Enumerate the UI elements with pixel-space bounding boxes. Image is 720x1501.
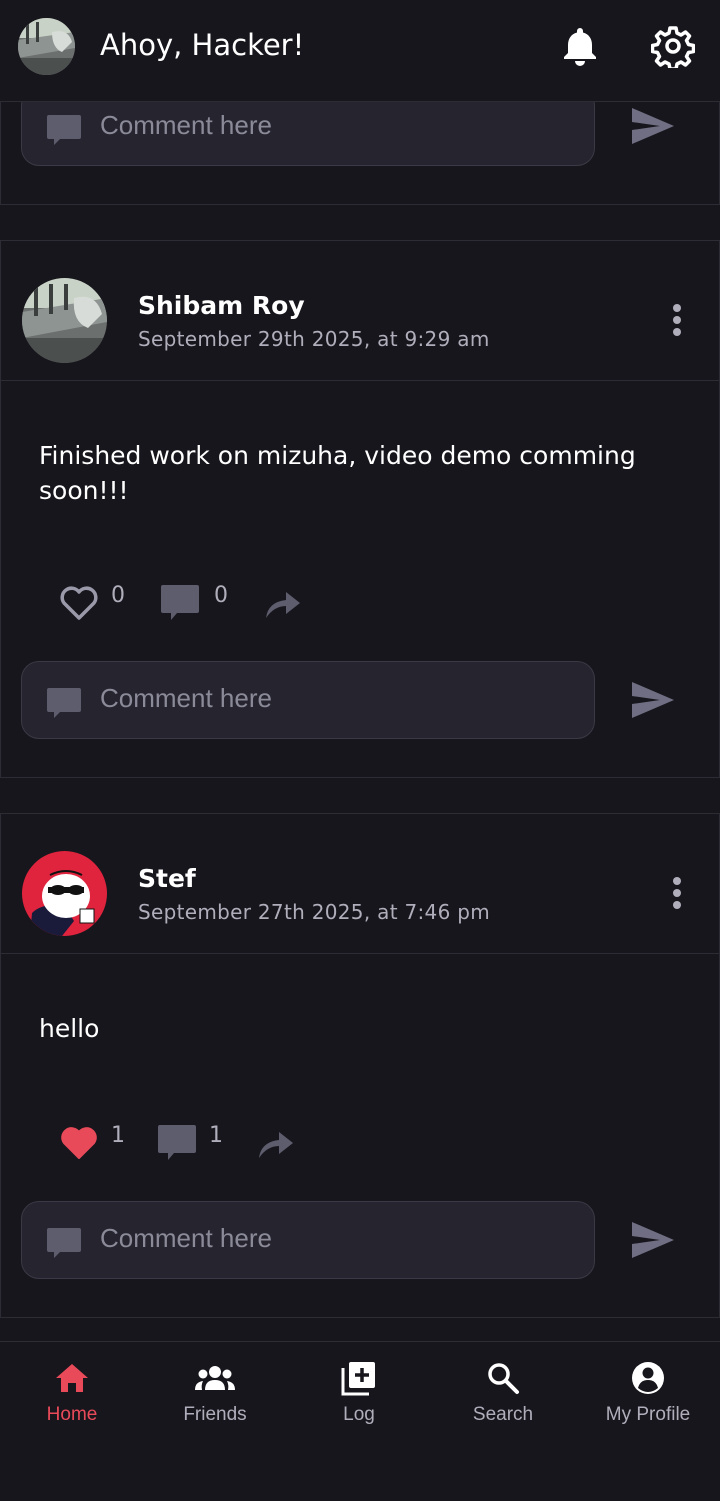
avatar-cartoon-icon [22,851,107,936]
nav-label: My Profile [605,1404,691,1425]
comment-count: 0 [214,583,228,608]
author-name[interactable]: Shibam Roy [138,291,305,320]
search-icon [488,1363,519,1394]
greeting-title: Ahoy, Hacker! [100,28,305,62]
nav-home[interactable]: Home [7,1360,137,1426]
like-count: 0 [111,583,125,608]
more-options-icon[interactable] [671,876,683,910]
comment-count: 1 [209,1123,223,1148]
comment-bubble-icon [47,688,81,718]
post-card: Shibam Roy September 29th 2025, at 9:29 … [0,240,720,778]
nav-friends[interactable]: Friends [150,1360,280,1426]
post-header: Shibam Roy September 29th 2025, at 9:29 … [1,241,719,381]
send-icon[interactable] [630,680,676,720]
author-avatar[interactable] [22,851,107,936]
more-options-icon[interactable] [671,303,683,337]
comment-bubble-icon[interactable] [157,1123,197,1163]
heart-outline-icon[interactable] [59,585,99,621]
comment-placeholder: Comment here [100,683,272,713]
home-icon [56,1364,88,1392]
post-date: September 27th 2025, at 7:46 pm [138,900,491,924]
nav-label: Search [472,1404,534,1425]
author-name[interactable]: Stef [138,864,196,893]
profile-icon [632,1362,664,1394]
user-avatar[interactable] [18,18,75,75]
post-text: Finished work on mizuha, video demo comm… [39,441,636,505]
nav-label: Home [46,1404,98,1425]
comment-placeholder: Comment here [100,1223,272,1253]
post-date: September 29th 2025, at 9:29 am [138,327,490,351]
comment-bubble-icon [47,115,81,145]
add-post-icon [341,1362,375,1396]
share-icon[interactable] [257,1128,295,1160]
send-icon[interactable] [630,1220,676,1260]
app-header: Ahoy, Hacker! [0,0,720,102]
avatar-photo-icon [18,18,75,75]
comment-bubble-icon[interactable] [160,583,200,623]
avatar-photo-icon [22,278,107,363]
nav-label: Log [343,1404,375,1425]
post-header: Stef September 27th 2025, at 7:46 pm [1,814,719,954]
author-avatar[interactable] [22,278,107,363]
share-icon[interactable] [264,588,302,620]
friends-icon [195,1366,235,1390]
comment-bubble-icon [47,1228,81,1258]
bottom-navigation: Home Friends Log Search My Profile [0,1341,720,1501]
bell-icon[interactable] [558,24,602,68]
comment-input[interactable]: Comment here [21,1201,595,1279]
post-text: hello [39,1014,100,1043]
settings-gear-icon[interactable] [651,24,695,68]
nav-label: Friends [183,1404,247,1425]
nav-search[interactable]: Search [438,1360,568,1426]
send-icon[interactable] [630,106,676,146]
post-card: Stef September 27th 2025, at 7:46 pm hel… [0,813,720,1318]
comment-placeholder: Comment here [100,110,272,140]
like-count: 1 [111,1123,125,1148]
nav-log[interactable]: Log [294,1360,424,1426]
nav-my-profile[interactable]: My Profile [583,1360,713,1426]
heart-filled-icon[interactable] [59,1125,99,1161]
comment-input[interactable]: Comment here [21,661,595,739]
